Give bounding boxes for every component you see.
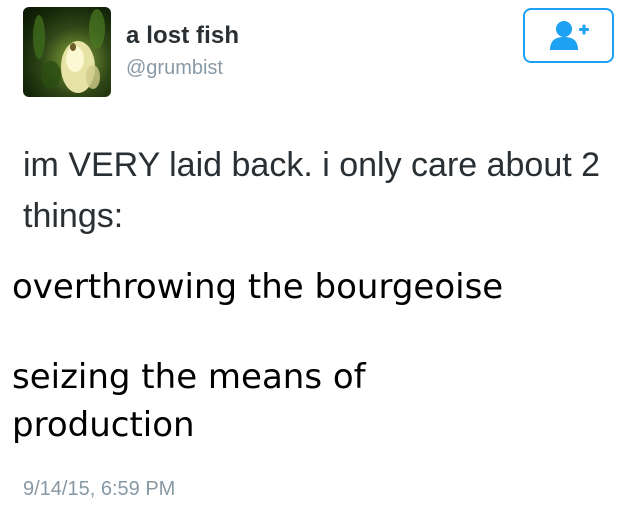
tweet-text: im VERY laid back. i only care about 2 t… <box>23 146 601 235</box>
add-user-icon <box>549 20 589 50</box>
follow-button[interactable] <box>523 8 614 63</box>
username[interactable]: @grumbist <box>126 57 223 80</box>
thing-two: seizing the means of production <box>12 357 366 445</box>
display-name[interactable]: a lost fish <box>126 22 239 50</box>
fish-avatar-icon <box>33 9 105 93</box>
timestamp[interactable]: 9/14/15, 6:59 PM <box>23 478 175 501</box>
thing-one: overthrowing the bourgeoise <box>12 267 504 307</box>
avatar[interactable] <box>23 7 111 97</box>
